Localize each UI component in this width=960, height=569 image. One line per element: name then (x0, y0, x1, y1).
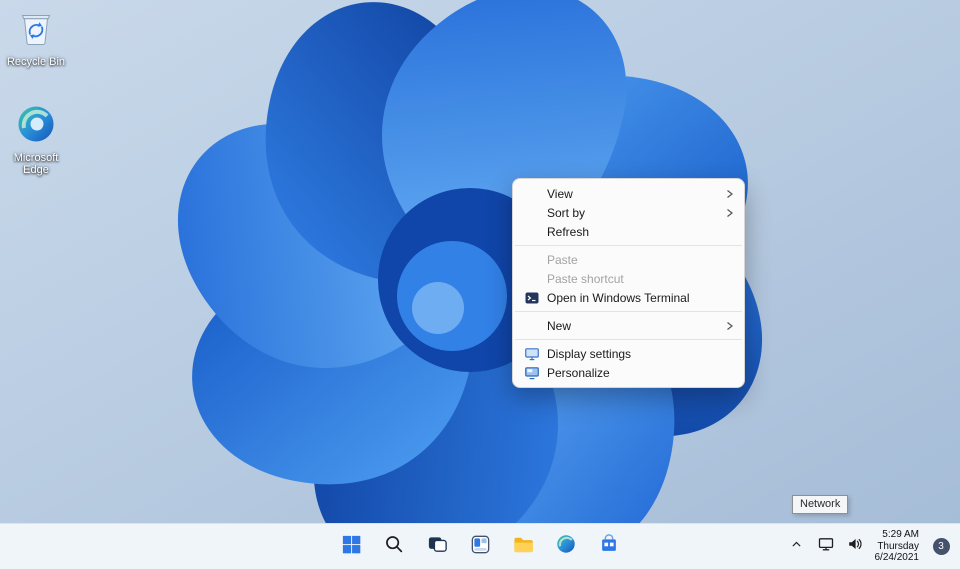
volume-button[interactable] (844, 532, 866, 562)
taskbar-system-tray: 5:29 AM Thursday 6/24/2021 3 (786, 524, 955, 569)
menu-item-open-windows-terminal[interactable]: Open in Windows Terminal (517, 288, 740, 307)
desktop-icon-edge[interactable]: Microsoft Edge (4, 103, 68, 176)
chevron-up-icon (790, 538, 803, 556)
desktop[interactable]: Recycle Bin Microsoft Edge View (0, 0, 960, 523)
menu-separator (515, 311, 742, 312)
network-button[interactable] (815, 532, 837, 562)
menu-item-new[interactable]: New (517, 316, 740, 335)
chevron-right-icon (724, 189, 734, 199)
network-tooltip: Network (792, 495, 848, 514)
menu-separator (515, 245, 742, 246)
chevron-right-icon (724, 208, 734, 218)
menu-item-refresh[interactable]: Refresh (517, 222, 740, 241)
menu-item-view[interactable]: View (517, 184, 740, 203)
desktop-icon-label: Microsoft Edge (5, 152, 67, 176)
clock-day: Thursday (875, 541, 920, 553)
task-view-button[interactable] (420, 530, 454, 564)
hidden-icons-button[interactable] (786, 532, 808, 562)
task-view-icon (426, 533, 449, 561)
display-icon (525, 347, 547, 361)
widgets-icon (469, 533, 492, 561)
windows-logo-icon (340, 533, 363, 561)
microsoft-store-button[interactable] (592, 530, 626, 564)
recycle-bin-icon (13, 5, 59, 54)
speaker-icon (847, 536, 863, 557)
search-button[interactable] (377, 530, 411, 564)
folder-icon (512, 533, 535, 561)
notification-badge: 3 (933, 538, 950, 555)
desktop-icon-label: Recycle Bin (5, 56, 67, 68)
context-menu: View Sort by Refresh Paste Paste shortcu… (512, 178, 745, 388)
store-bag-icon (598, 533, 620, 560)
taskbar: 5:29 AM Thursday 6/24/2021 3 (0, 523, 960, 569)
personalize-icon (525, 366, 547, 380)
menu-item-sort-by[interactable]: Sort by (517, 203, 740, 222)
chevron-right-icon (724, 321, 734, 331)
search-icon (383, 533, 405, 560)
terminal-icon (525, 291, 547, 305)
start-button[interactable] (334, 530, 368, 564)
clock-date: 6/24/2021 (875, 552, 920, 564)
menu-item-personalize[interactable]: Personalize (517, 363, 740, 382)
menu-item-paste: Paste (517, 250, 740, 269)
menu-item-paste-shortcut: Paste shortcut (517, 269, 740, 288)
file-explorer-button[interactable] (506, 530, 540, 564)
network-icon (818, 536, 834, 557)
edge-icon (15, 103, 57, 150)
edge-icon (555, 533, 577, 560)
desktop-icon-recycle-bin[interactable]: Recycle Bin (4, 5, 68, 68)
menu-item-display-settings[interactable]: Display settings (517, 344, 740, 363)
notification-center-button[interactable]: 3 (928, 532, 954, 562)
edge-button[interactable] (549, 530, 583, 564)
taskbar-center-icons (334, 524, 626, 569)
menu-separator (515, 339, 742, 340)
wallpaper-bloom (0, 0, 960, 523)
widgets-button[interactable] (463, 530, 497, 564)
clock[interactable]: 5:29 AM Thursday 6/24/2021 (873, 529, 922, 564)
clock-time: 5:29 AM (875, 529, 920, 541)
